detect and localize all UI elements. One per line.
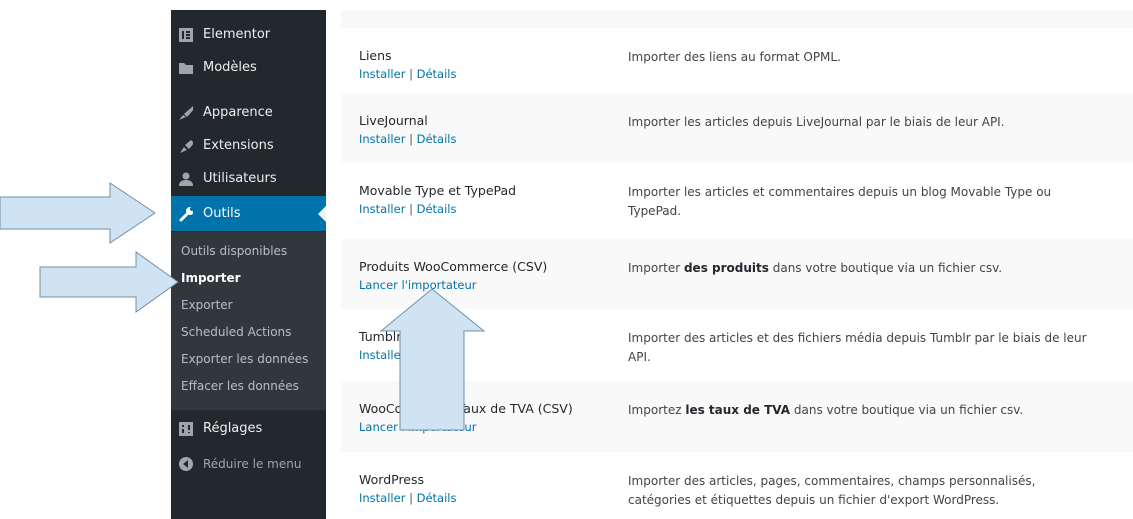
run-importer-link[interactable]: Lancer l'importateur: [359, 278, 477, 292]
importers-table: Liens Installer | Détails Importer des l…: [341, 10, 1133, 519]
importer-name: WooCommerce Taux de TVA (CSV): [359, 401, 573, 416]
table-top-row: [341, 10, 1133, 28]
importer-name: WordPress: [359, 472, 425, 487]
settings-icon: [179, 421, 193, 436]
install-link[interactable]: Installer: [359, 132, 405, 146]
separator: |: [405, 67, 417, 81]
user-icon: [179, 172, 193, 186]
submenu-item-exporter-donnees[interactable]: Exporter les données: [171, 345, 326, 372]
admin-sidebar: Elementor Modèles Apparence Extensions U…: [171, 10, 326, 519]
submenu-item-importer[interactable]: Importer: [171, 264, 326, 291]
menu-item-utilisateurs[interactable]: Utilisateurs: [171, 162, 326, 195]
table-row: WooCommerce Taux de TVA (CSV) Lancer l'i…: [341, 381, 1133, 452]
install-link[interactable]: Installer: [359, 202, 405, 216]
importer-description: Importer les articles depuis LiveJournal…: [628, 115, 1005, 129]
details-link[interactable]: Détails: [417, 202, 457, 216]
submenu-item-scheduled-actions[interactable]: Scheduled Actions: [171, 318, 326, 345]
menu-label: Outils: [203, 206, 241, 221]
separator: |: [405, 202, 417, 216]
importer-description: Importer des produits dans votre boutiqu…: [628, 259, 1098, 278]
menu-label: Extensions: [203, 138, 274, 153]
importer-description: Importez les taux de TVA dans votre bout…: [628, 401, 1098, 420]
desc-text: dans votre boutique via un fichier csv.: [768, 261, 1003, 275]
wrench-icon: [179, 206, 193, 221]
importer-description: Importer des articles, pages, commentair…: [628, 474, 1036, 507]
install-link[interactable]: Installer: [359, 491, 405, 505]
details-link[interactable]: Détails: [417, 348, 457, 362]
menu-label: Apparence: [203, 105, 273, 120]
submenu-item-exporter[interactable]: Exporter: [171, 291, 326, 318]
separator: |: [405, 132, 417, 146]
plugin-icon: [179, 139, 193, 153]
separator: |: [405, 348, 417, 362]
install-link[interactable]: Installer: [359, 348, 405, 362]
active-indicator: [318, 206, 326, 222]
importer-description: Importer les articles et commentaires de…: [628, 185, 1052, 218]
importer-name: Produits WooCommerce (CSV): [359, 259, 548, 274]
menu-item-extensions[interactable]: Extensions: [171, 129, 326, 162]
importer-name: Liens: [359, 48, 392, 63]
menu-item-apparence[interactable]: Apparence: [171, 96, 326, 129]
importer-description: Importer des liens au format OPML.: [628, 50, 841, 64]
table-row: Tumblr Installer | Détails Importer des …: [341, 309, 1133, 381]
elementor-icon: [179, 27, 193, 42]
table-row: Liens Installer | Détails Importer des l…: [341, 28, 1133, 93]
details-link[interactable]: Détails: [417, 67, 457, 81]
tools-submenu: Outils disponibles Importer Exporter Sch…: [171, 232, 326, 410]
menu-item-outils[interactable]: Outils: [171, 196, 326, 231]
desc-bold: des produits: [683, 261, 769, 275]
separator: |: [405, 491, 417, 505]
importer-name: Tumblr: [359, 329, 402, 344]
arrow-right-outils: [0, 182, 156, 244]
table-row: WordPress Installer | Détails Importer d…: [341, 452, 1133, 519]
menu-label: Modèles: [203, 60, 257, 75]
submenu-item-effacer-donnees[interactable]: Effacer les données: [171, 372, 326, 399]
details-link[interactable]: Détails: [417, 491, 457, 505]
desc-text: dans votre boutique via un fichier csv.: [790, 403, 1024, 417]
menu-item-reglages[interactable]: Réglages: [171, 412, 326, 445]
menu-label: Réduire le menu: [203, 456, 302, 471]
install-link[interactable]: Installer: [359, 67, 405, 81]
paintbrush-icon: [179, 105, 193, 120]
desc-bold: les taux de TVA: [685, 403, 791, 417]
menu-label: Elementor: [203, 27, 271, 42]
importer-name: LiveJournal: [359, 113, 428, 128]
desc-text: Importer: [628, 261, 684, 275]
desc-text: Importez: [628, 403, 686, 417]
table-row: LiveJournal Installer | Détails Importer…: [341, 93, 1133, 163]
menu-label: Utilisateurs: [203, 171, 277, 186]
folder-icon: [179, 61, 193, 75]
run-importer-link[interactable]: Lancer l'importateur: [359, 420, 477, 434]
importer-description: Importer des articles et des fichiers mé…: [628, 331, 1087, 364]
table-row: Movable Type et TypePad Installer | Déta…: [341, 163, 1133, 239]
details-link[interactable]: Détails: [417, 132, 457, 146]
importer-name: Movable Type et TypePad: [359, 183, 517, 198]
menu-label: Réglages: [203, 421, 263, 436]
menu-item-modeles[interactable]: Modèles: [171, 51, 326, 84]
collapse-menu-button[interactable]: Réduire le menu: [171, 447, 326, 480]
menu-item-elementor[interactable]: Elementor: [171, 18, 326, 51]
table-row: Produits WooCommerce (CSV) Lancer l'impo…: [341, 239, 1133, 309]
submenu-item-outils-disponibles[interactable]: Outils disponibles: [171, 237, 326, 264]
collapse-icon: [179, 456, 193, 471]
arrow-right-importer: [39, 251, 179, 313]
